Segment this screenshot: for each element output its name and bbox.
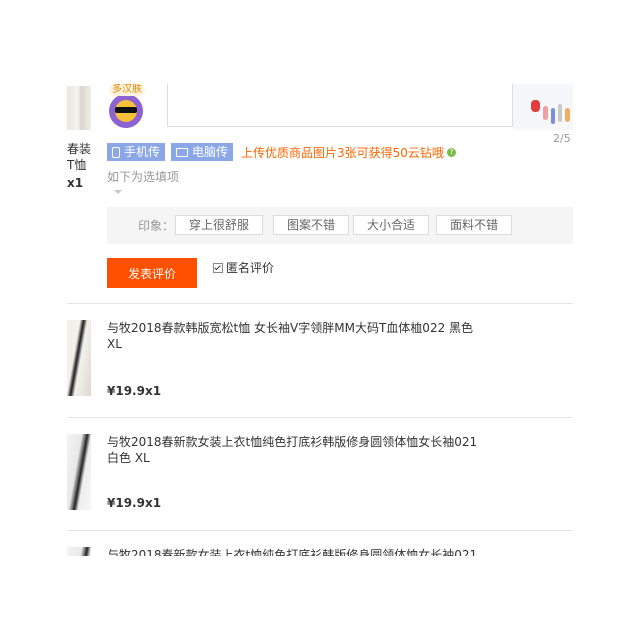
upload-phone-label: 手机传 [124, 145, 161, 159]
upload-pc-label: 电脑传 [192, 145, 229, 159]
upload-row: 手机传 电脑传 上传优质商品图片3张可获得50云钻哦 ? [107, 143, 456, 161]
user-level-badge: 多汉肤 [109, 84, 145, 96]
impression-label: 印象： [138, 219, 175, 233]
divider [67, 303, 573, 304]
review-list: 春装 T恤 x1 多汉肤 2/5 手机传 电脑传 上传优质商品图片3张可获得50… [67, 84, 573, 556]
uploaded-images-strip[interactable] [513, 84, 573, 130]
impression-tag[interactable]: 面料不错 [436, 215, 512, 235]
product-thumbnail[interactable] [67, 434, 91, 510]
upload-reward-tip: 上传优质商品图片3张可获得50云钻哦 [241, 145, 444, 160]
product-title[interactable]: 与牧2018春款韩版宽松t恤 女长袖V字领胖MM大码T血体桖022 黑色 XL [107, 320, 487, 352]
phone-icon [112, 146, 120, 158]
product-title-fragment: T恤 [67, 158, 87, 172]
product-title[interactable]: 与牧2018春新款女装上衣t恤纯色打底衫韩版修身圆领体恤女长袖021 白色 XL [107, 434, 487, 466]
product-title-fragment: 春装 [67, 142, 92, 156]
product-quantity: x1 [67, 176, 84, 190]
divider [67, 530, 573, 531]
product-thumbnail[interactable] [67, 86, 91, 130]
upload-phone-button[interactable]: 手机传 [107, 143, 166, 161]
help-icon[interactable]: ? [446, 147, 456, 157]
submit-review-button[interactable]: 发表评价 [107, 258, 197, 288]
impression-tags-box: 印象： 穿上很舒服 图案不错 大小合适 面料不错 [107, 207, 573, 244]
product-price: ¥19.9x1 [107, 384, 162, 398]
review-textarea[interactable] [167, 84, 513, 127]
product-price: ¥19.9x1 [107, 496, 162, 510]
impression-tag[interactable]: 穿上很舒服 [175, 215, 263, 235]
impression-tag[interactable]: 大小合适 [353, 215, 429, 235]
chevron-down-icon[interactable] [114, 190, 122, 194]
product-title[interactable]: 与牧2018春新款女装上衣t恤纯色打底衫韩版修身圆领体恤女长袖021 [107, 547, 487, 556]
upload-pc-button[interactable]: 电脑传 [171, 143, 234, 161]
divider [67, 417, 573, 418]
avatar [109, 94, 143, 128]
impression-tag[interactable]: 图案不错 [273, 215, 349, 235]
product-thumbnail[interactable] [67, 320, 91, 396]
optional-section-label: 如下为选填项 [107, 170, 180, 184]
product-thumbnail[interactable] [67, 547, 91, 556]
user-avatar-block: 多汉肤 [107, 84, 147, 130]
anonymous-label: 匿名评价 [226, 261, 275, 275]
image-page-indicator: 2/5 [553, 132, 571, 145]
anonymous-checkbox[interactable] [213, 262, 223, 273]
monitor-icon [176, 147, 189, 157]
anonymous-review-option[interactable]: 匿名评价 [213, 259, 274, 276]
